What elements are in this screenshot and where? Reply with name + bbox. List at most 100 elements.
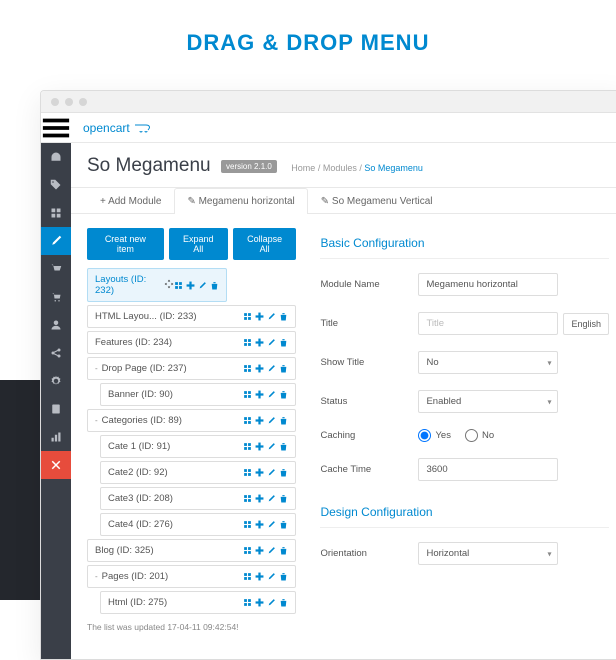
tree-item-actions[interactable] <box>243 546 288 555</box>
title-label: Title <box>320 318 418 329</box>
config-panel: Basic Configuration Module Name Title En… <box>320 228 609 645</box>
tree-item-label: Cate 1 (ID: 91) <box>108 441 243 452</box>
title-input[interactable] <box>418 312 558 335</box>
tree-item-label: Banner (ID: 90) <box>108 389 243 400</box>
tree-item-actions[interactable] <box>243 312 288 321</box>
status-select[interactable]: Enabled <box>418 390 558 413</box>
user-icon[interactable] <box>41 311 71 339</box>
tag-icon[interactable] <box>41 171 71 199</box>
main-panel: opencart So Megamenu version 2.1.0 Home … <box>71 113 616 659</box>
tree-item-actions[interactable] <box>243 442 288 451</box>
tree-item[interactable]: Cate2 (ID: 92) <box>100 461 296 484</box>
gear-icon[interactable] <box>41 367 71 395</box>
expand-all-button[interactable]: Expand All <box>169 228 228 260</box>
cart-icon[interactable] <box>41 283 71 311</box>
field-title: Title English <box>320 312 609 335</box>
sales-icon[interactable] <box>41 255 71 283</box>
caching-label: Caching <box>320 430 418 441</box>
tree-panel: Creat new item Expand All Collapse All L… <box>87 228 296 645</box>
tree-item-actions[interactable] <box>243 468 288 477</box>
brand-bar: opencart <box>71 113 616 143</box>
tree-item[interactable]: -Pages (ID: 201) <box>87 565 296 588</box>
tree-item[interactable]: -Drop Page (ID: 237) <box>87 357 296 380</box>
tree-item[interactable]: Cate4 (ID: 276) <box>100 513 296 536</box>
tree-item-label: Blog (ID: 325) <box>95 545 243 556</box>
page-heading: DRAG & DROP MENU <box>0 0 616 81</box>
orientation-select[interactable]: Horizontal <box>418 542 558 565</box>
tree-item-actions[interactable] <box>243 494 288 503</box>
page-header: So Megamenu version 2.1.0 Home / Modules… <box>71 143 616 188</box>
brand-text: opencart <box>83 121 130 135</box>
tree-item[interactable]: Blog (ID: 325) <box>87 539 296 562</box>
tree-item-label: Layouts (ID: 232) <box>95 274 164 296</box>
tree-item-label: Drop Page (ID: 237) <box>102 363 244 374</box>
tree-item-actions[interactable] <box>243 416 288 425</box>
field-caching: Caching Yes No <box>320 429 609 442</box>
language-selector[interactable]: English <box>563 313 609 335</box>
page-title: So Megamenu <box>87 155 211 177</box>
tree-item-label: Cate2 (ID: 92) <box>108 467 243 478</box>
tree-item-actions[interactable] <box>243 572 288 581</box>
design-icon[interactable] <box>41 227 71 255</box>
tree-item-actions[interactable] <box>174 281 219 290</box>
rail-toggle[interactable] <box>41 113 71 143</box>
tree-item-label: Html (ID: 275) <box>108 597 243 608</box>
field-cache-time: Cache Time <box>320 458 609 481</box>
close-icon[interactable] <box>41 451 71 479</box>
module-tabs: + Add Module ✎ Megamenu horizontal ✎ So … <box>71 188 616 214</box>
field-orientation: Orientation Horizontal <box>320 542 609 565</box>
tree-item-actions[interactable] <box>243 390 288 399</box>
tree-item-actions[interactable] <box>243 598 288 607</box>
tree-item-label: Cate4 (ID: 276) <box>108 519 243 530</box>
cache-time-label: Cache Time <box>320 464 418 475</box>
app-window: opencart So Megamenu version 2.1.0 Home … <box>40 90 616 660</box>
show-title-select[interactable]: No <box>418 351 558 374</box>
orientation-label: Orientation <box>320 548 418 559</box>
tree-item[interactable]: Features (ID: 234) <box>87 331 296 354</box>
crumb-home[interactable]: Home <box>291 163 315 173</box>
tree-item[interactable]: HTML Layou... (ID: 233) <box>87 305 296 328</box>
tree-item[interactable]: Html (ID: 275) <box>100 591 296 614</box>
content-area: Creat new item Expand All Collapse All L… <box>71 214 616 659</box>
sidebar-rail <box>41 113 71 659</box>
tree-item[interactable]: Cate 1 (ID: 91) <box>100 435 296 458</box>
window-dot <box>51 98 59 106</box>
crumb-current: So Megamenu <box>364 163 423 173</box>
share-icon[interactable] <box>41 339 71 367</box>
module-name-input[interactable] <box>418 273 558 296</box>
dashboard-icon[interactable] <box>41 143 71 171</box>
tab-add-module[interactable]: + Add Module <box>87 188 174 214</box>
tree-item[interactable]: Banner (ID: 90) <box>100 383 296 406</box>
tree-item-actions[interactable] <box>243 364 288 373</box>
breadcrumb: Home / Modules / So Megamenu <box>291 163 423 173</box>
caching-no-radio[interactable]: No <box>465 429 494 442</box>
create-item-button[interactable]: Creat new item <box>87 228 164 260</box>
window-titlebar <box>41 91 616 113</box>
cache-time-input[interactable] <box>418 458 558 481</box>
tree-item-actions[interactable] <box>243 338 288 347</box>
version-badge: version 2.1.0 <box>221 160 277 173</box>
tree-item-actions[interactable] <box>243 520 288 529</box>
tree-item-label: Pages (ID: 201) <box>102 571 244 582</box>
show-title-label: Show Title <box>320 357 418 368</box>
window-dot <box>79 98 87 106</box>
update-timestamp: The list was updated 17-04-11 09:42:54! <box>87 622 296 632</box>
tree-item-label: HTML Layou... (ID: 233) <box>95 311 243 322</box>
menu-tree: Layouts (ID: 232) HTML Layou... (ID: 233)… <box>87 268 296 614</box>
chart-icon[interactable] <box>41 423 71 451</box>
field-status: Status Enabled <box>320 390 609 413</box>
tree-item[interactable]: -Categories (ID: 89) <box>87 409 296 432</box>
extensions-icon[interactable] <box>41 199 71 227</box>
tab-megamenu-horizontal[interactable]: ✎ Megamenu horizontal <box>174 188 307 214</box>
crumb-modules[interactable]: Modules <box>323 163 357 173</box>
caching-yes-radio[interactable]: Yes <box>418 429 451 442</box>
tree-item[interactable]: Layouts (ID: 232) <box>87 268 227 302</box>
clipboard-icon[interactable] <box>41 395 71 423</box>
decorative-bg <box>0 380 40 600</box>
window-dot <box>65 98 73 106</box>
design-config-title: Design Configuration <box>320 497 609 528</box>
collapse-all-button[interactable]: Collapse All <box>233 228 297 260</box>
tab-megamenu-vertical[interactable]: ✎ So Megamenu Vertical <box>308 188 446 214</box>
basic-config-title: Basic Configuration <box>320 228 609 259</box>
tree-item[interactable]: Cate3 (ID: 208) <box>100 487 296 510</box>
